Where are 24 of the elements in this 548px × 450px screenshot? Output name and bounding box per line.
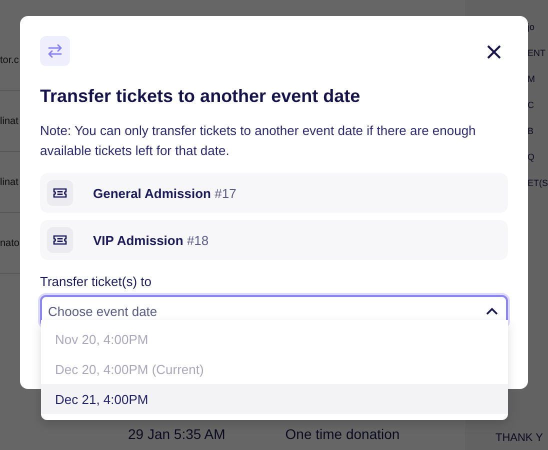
- note-text: Note: You can only transfer tickets to another event date if there are enough available tickets left for that date.: [40, 122, 477, 160]
- type-text: One time donation: [285, 426, 400, 442]
- ticket-icon: [47, 180, 73, 206]
- panel-text: THANK Y: [495, 432, 544, 444]
- ticket-name: General Admission #17: [93, 186, 236, 200]
- ticket-name: VIP Admission #18: [93, 232, 209, 248]
- date-text: 29 Jan 5:35 AM: [128, 426, 226, 442]
- table-cell-text: linat: [0, 116, 18, 126]
- table-cell-text: nato: [0, 238, 20, 248]
- chevron-icon: [486, 307, 498, 315]
- swap-icon: [40, 36, 70, 66]
- field-label: Transfer ticket(s) to: [40, 274, 152, 289]
- ticket-icon: [47, 227, 73, 253]
- panel-text: ET(S: [527, 178, 548, 188]
- panel-text: C: [527, 100, 535, 110]
- panel-text: M: [527, 74, 536, 84]
- table-cell-text: tor.c: [0, 54, 19, 66]
- panel-text: jo: [527, 22, 536, 32]
- table-cell-text: linat: [0, 176, 18, 188]
- panel-text: B: [527, 126, 534, 136]
- panel-text: Q: [527, 152, 536, 162]
- panel-text: ENT: [527, 48, 546, 58]
- dialog-title: Transfer tickets to another event date: [40, 86, 362, 107]
- date-option[interactable]: Dec 21, 4:00PM: [41, 384, 508, 414]
